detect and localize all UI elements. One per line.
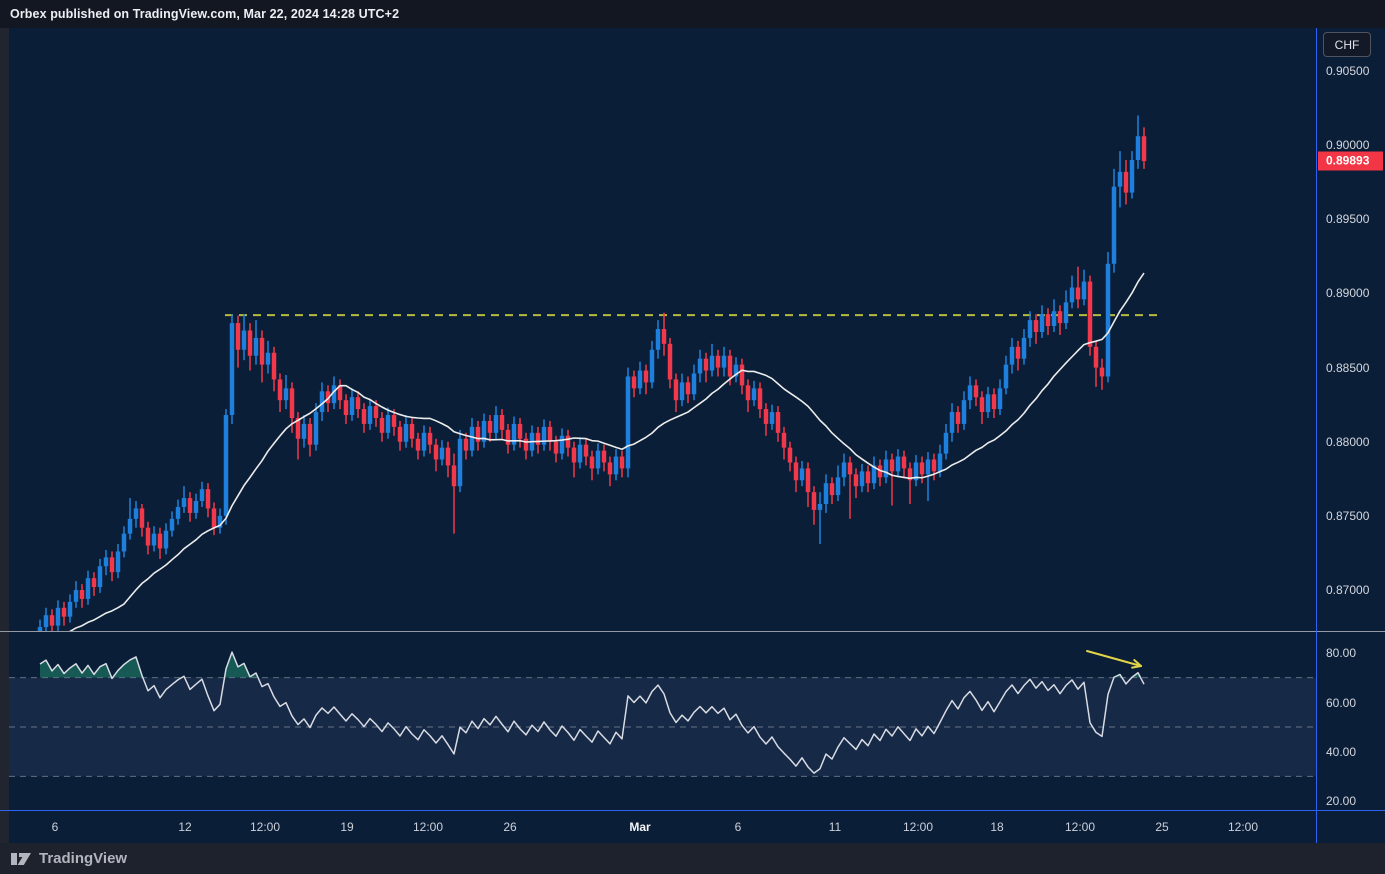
time-tick-label: 19 — [340, 820, 353, 834]
price-axis[interactable]: CHF 0.89893 0.90500 0.90000 0.89500 0.89000… — [1316, 28, 1385, 843]
currency-chip[interactable]: CHF — [1323, 32, 1371, 57]
price-tick-label: 0.89000 — [1326, 286, 1369, 300]
rsi-tick-label: 40.00 — [1326, 745, 1356, 759]
price-tick-label: 0.88500 — [1326, 361, 1369, 375]
last-price-badge: 0.89893 — [1318, 152, 1383, 171]
time-tick-label: 12:00 — [250, 820, 280, 834]
price-tick-label: 0.89500 — [1326, 212, 1369, 226]
attribution-bar: Orbex published on TradingView.com, Mar … — [0, 0, 1385, 28]
time-tick-label: 6 — [52, 820, 59, 834]
time-tick-label: 26 — [503, 820, 516, 834]
time-tick-label: 11 — [829, 820, 841, 834]
rsi-bottom-divider[interactable] — [0, 810, 1385, 811]
time-tick-label: 12:00 — [903, 820, 933, 834]
left-gutter — [0, 28, 9, 843]
panel-divider[interactable] — [0, 631, 1385, 632]
tradingview-footer: TradingView — [0, 843, 1385, 874]
price-chart-canvas[interactable] — [9, 28, 1316, 631]
attribution-text: Orbex published on TradingView.com, Mar … — [10, 7, 399, 21]
time-tick-label: 18 — [990, 820, 1003, 834]
price-tick-label: 0.90500 — [1326, 64, 1369, 78]
rsi-panel-canvas[interactable] — [9, 632, 1316, 810]
price-tick-label: 0.87500 — [1326, 509, 1369, 523]
time-axis[interactable]: 6 12 12:00 19 12:00 26 Mar 6 11 12:00 18 12:00 25 12:… — [9, 811, 1316, 843]
price-tick-label: 0.87000 — [1326, 583, 1369, 597]
time-tick-label: 6 — [735, 820, 742, 834]
tradingview-brand-text[interactable]: TradingView — [39, 850, 127, 867]
tradingview-logo[interactable] — [10, 849, 32, 869]
chart-area: 6 12 12:00 19 12:00 26 Mar 6 11 12:00 18 12:00 25 12:… — [0, 28, 1385, 843]
rsi-tick-label: 20.00 — [1326, 794, 1356, 808]
time-tick-label: 12 — [178, 820, 191, 834]
rsi-tick-label: 60.00 — [1326, 696, 1356, 710]
time-tick-label: 12:00 — [413, 820, 443, 834]
time-tick-label: 25 — [1155, 820, 1168, 834]
price-tick-label: 0.90000 — [1326, 138, 1369, 152]
rsi-tick-label: 80.00 — [1326, 646, 1356, 660]
time-tick-label: 12:00 — [1228, 820, 1258, 834]
time-tick-label: 12:00 — [1065, 820, 1095, 834]
time-tick-month-label: Mar — [629, 820, 650, 834]
price-tick-label: 0.88000 — [1326, 435, 1369, 449]
